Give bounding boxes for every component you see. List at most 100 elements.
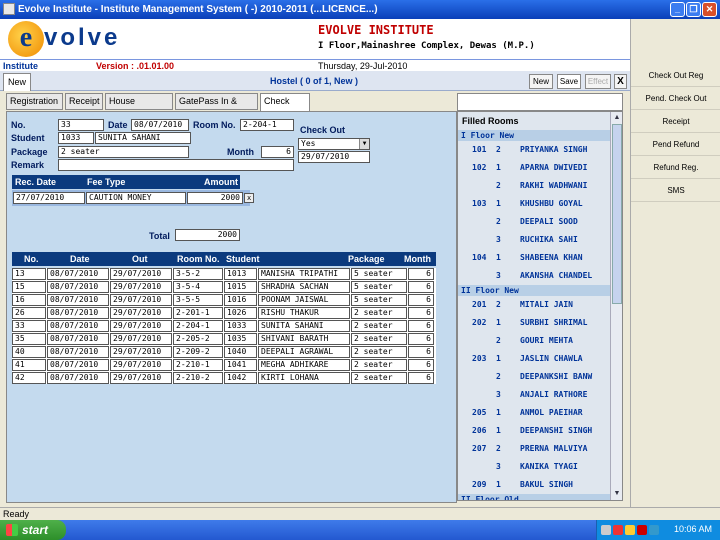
new-button[interactable]: New [529, 74, 553, 89]
checkout-date-field[interactable]: 29/07/2010 [298, 151, 370, 163]
save-button[interactable]: Save [557, 74, 581, 89]
table-row[interactable]: 16 08/07/2010 29/07/2010 3-5-5 1016 POONAM JA… [12, 294, 436, 307]
room-list-item[interactable]: 103 1 KHUSHBU GOYAL [458, 195, 610, 213]
remark-field[interactable] [58, 159, 294, 171]
antivirus-icon[interactable] [613, 525, 623, 535]
title-bar: Evolve Institute - Institute Management … [0, 0, 720, 19]
table-row[interactable]: 42 08/07/2010 29/07/2010 2-210-2 1042 KIRTI L… [12, 372, 436, 385]
sidebar-item-refund-reg[interactable]: Refund Reg. [631, 157, 720, 179]
table-row[interactable]: 15 08/07/2010 29/07/2010 3-5-4 1015 SHRADHA S… [12, 281, 436, 294]
room-field[interactable]: 2-204-1 [240, 119, 294, 131]
scroll-thumb[interactable] [612, 124, 622, 304]
checkout-select[interactable]: Yes ▼ [298, 138, 370, 150]
close-form-button[interactable]: X [614, 74, 627, 89]
room-list-cell: 1 [496, 480, 501, 489]
room-list-item[interactable]: 2 DEEPANKSHI BANW [458, 368, 610, 386]
table-row[interactable]: 33 08/07/2010 29/07/2010 2-204-1 1033 SUNITA … [12, 320, 436, 333]
room-list-item[interactable]: 3 KANIKA TYAGI [458, 458, 610, 476]
table-cell: 6 [408, 372, 434, 384]
table-cell: 29/07/2010 [110, 333, 172, 345]
room-list-item[interactable]: 202 1 SURBHI SHRIMAL [458, 314, 610, 332]
sidebar-item-pend-refund[interactable]: Pend Refund [631, 134, 720, 156]
room-list-item[interactable]: 206 1 DEEPANSHI SINGH [458, 422, 610, 440]
table-cell: 6 [408, 294, 434, 306]
effect-button[interactable]: Effect [585, 74, 611, 89]
tab-new[interactable]: New [3, 73, 31, 91]
month-field[interactable]: 6 [261, 146, 294, 158]
col-date: Date [70, 254, 90, 264]
student-label: Student [11, 133, 45, 143]
room-list-item[interactable]: 3 RUCHIKA SAHI [458, 231, 610, 249]
tab-check-out[interactable]: Check Out [260, 93, 310, 121]
room-list-item[interactable]: 101 2 PRIYANKA SINGH [458, 141, 610, 159]
no-field[interactable]: 33 [58, 119, 104, 131]
maximize-button[interactable]: ❐ [686, 2, 701, 17]
col-out: Out [132, 254, 148, 264]
student-id-field[interactable]: 1033 [58, 132, 94, 144]
scroll-up-icon[interactable]: ▲ [611, 112, 623, 124]
room-list-item[interactable]: 2 RAKHI WADHWANI [458, 177, 610, 195]
fee-amount[interactable]: 2000 [187, 192, 243, 204]
network-icon[interactable] [601, 525, 611, 535]
status-bar: Ready [0, 507, 720, 520]
fee-date[interactable]: 27/07/2010 [13, 192, 85, 204]
date-field[interactable]: 08/07/2010 [131, 119, 189, 131]
tab-house-keeping[interactable]: House Keeping [105, 93, 173, 121]
table-row[interactable]: 26 08/07/2010 29/07/2010 2-201-1 1026 RISHU T… [12, 307, 436, 320]
table-cell: POONAM JAISWAL [258, 294, 350, 306]
room-list-item[interactable]: 2 DEEPALI SOOD [458, 213, 610, 231]
table-cell: 35 [12, 333, 46, 345]
scroll-down-icon[interactable]: ▼ [611, 488, 623, 500]
sidebar-item-sms[interactable]: SMS [631, 180, 720, 202]
system-tray: 10:06 AM [596, 520, 720, 540]
sidebar-item-checkout-reg[interactable]: Check Out Reg [631, 65, 720, 87]
room-list-item[interactable]: 104 1 SHABEENA KHAN [458, 249, 610, 267]
student-name-field[interactable]: SUNITA SAHANI [95, 132, 191, 144]
table-cell: SHIVANI BARATH [258, 333, 350, 345]
rooms-scrollbar[interactable]: ▲ ▼ [610, 112, 622, 500]
table-row[interactable]: 35 08/07/2010 29/07/2010 2-205-2 1035 SHIVANI… [12, 333, 436, 346]
fee-type[interactable]: CAUTION MONEY [86, 192, 186, 204]
close-window-button[interactable]: ✕ [702, 2, 717, 17]
sidebar-item-receipt[interactable]: Receipt [631, 111, 720, 133]
table-cell: 29/07/2010 [110, 294, 172, 306]
table-row[interactable]: 41 08/07/2010 29/07/2010 2-210-1 1041 MEGHA A… [12, 359, 436, 372]
table-row[interactable]: 40 08/07/2010 29/07/2010 2-209-2 1040 DEEPALI… [12, 346, 436, 359]
start-button[interactable]: start [0, 520, 66, 540]
version-label: Version : .01.01.00 [96, 61, 175, 71]
toolbar: New Hostel ( 0 of 1, New ) New Save Effe… [0, 71, 630, 91]
room-list-item[interactable]: 102 1 APARNA DWIVEDI [458, 159, 610, 177]
room-list-item[interactable]: 3 AKANSHA CHANDEL [458, 267, 610, 285]
table-cell: 08/07/2010 [47, 359, 109, 371]
monitor-icon[interactable] [649, 525, 659, 535]
room-list-item[interactable]: 3 ANJALI RATHORE [458, 386, 610, 404]
app-icon [3, 3, 15, 15]
room-search-input[interactable] [457, 93, 623, 111]
room-list-item[interactable]: 201 2 MITALI JAIN [458, 296, 610, 314]
table-cell: 5 seater [351, 281, 407, 293]
volume-icon[interactable] [625, 525, 635, 535]
sidebar-item-pend-checkout[interactable]: Pend. Check Out [631, 88, 720, 110]
delete-row-button[interactable]: x [244, 193, 254, 203]
room-list-cell: 2 [496, 300, 501, 309]
tab-receipt[interactable]: Receipt [65, 93, 103, 110]
room-list-item[interactable]: 2 GOURI MEHTA [458, 332, 610, 350]
room-list-item[interactable]: 209 1 BAKUL SINGH [458, 476, 610, 494]
table-cell: 6 [408, 307, 434, 319]
tab-registration[interactable]: Registration [6, 93, 63, 110]
table-cell: 33 [12, 320, 46, 332]
minimize-button[interactable]: _ [670, 2, 685, 17]
table-cell: 16 [12, 294, 46, 306]
table-cell: MANISHA TRIPATHI [258, 268, 350, 280]
app-tray-icon[interactable] [637, 525, 647, 535]
table-cell: 08/07/2010 [47, 281, 109, 293]
tab-gatepass[interactable]: GatePass In & Out [175, 93, 258, 121]
room-list-item[interactable]: 203 1 JASLIN CHAWLA [458, 350, 610, 368]
month-label: Month [227, 147, 254, 157]
room-list-item[interactable]: 205 1 ANMOL PAEIHAR [458, 404, 610, 422]
package-field[interactable]: 2 seater [58, 146, 189, 158]
table-row[interactable]: 13 08/07/2010 29/07/2010 3-5-2 1013 MANISHA T… [12, 268, 436, 281]
room-list-item[interactable]: 207 2 PRERNA MALVIYA [458, 440, 610, 458]
chevron-down-icon[interactable]: ▼ [359, 139, 369, 149]
logo: e volve [8, 21, 138, 57]
